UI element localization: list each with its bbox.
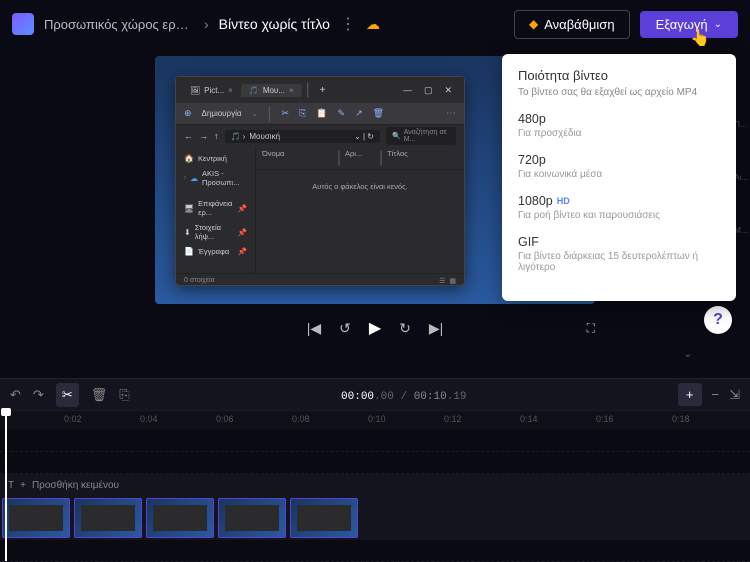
window-tab-pictures[interactable]: 🖼 Pict... ×: [182, 84, 241, 97]
undo-icon[interactable]: ↶: [10, 387, 21, 403]
duplicate-icon[interactable]: ⎘: [119, 387, 129, 403]
maximize-icon[interactable]: ▢: [418, 85, 439, 96]
sidebar-user[interactable]: ›☁AKIS - Προσωπι...: [180, 166, 251, 190]
playhead[interactable]: [5, 411, 7, 561]
timeline-tracks[interactable]: T + Προσθήκη κειμένου: [0, 430, 750, 562]
export-button[interactable]: Εξαγωγή ⌄: [640, 11, 738, 38]
more-icon[interactable]: ⋮: [340, 14, 356, 34]
video-clip[interactable]: [218, 498, 286, 538]
hd-badge: HD: [557, 196, 570, 206]
explorer-content: Όνομα | Αρι... | Τίτλος Αυτός ο φάκελος …: [256, 147, 464, 273]
timecode: 00:00.00 / 00:10.19: [341, 391, 466, 403]
list-view-icon[interactable]: ☰: [439, 277, 445, 285]
sidebar-downloads[interactable]: ⬇Στοιχεία λήψ...📌: [180, 220, 251, 244]
more-icon[interactable]: ⋯: [446, 108, 456, 119]
status-bar: 0 στοιχεία ☰▦: [176, 273, 464, 287]
redo-icon[interactable]: ↷: [33, 387, 44, 403]
chevron-down-icon: ⌄: [714, 19, 722, 30]
video-clip[interactable]: [146, 498, 214, 538]
timeline-ruler[interactable]: 0:02 0:04 0:06 0:08 0:10 0:12 0:14 0:16 …: [0, 410, 750, 430]
text-icon: T: [8, 480, 14, 491]
playback-controls: |◀ ↺ ▶ ↻ ▶| ⛶: [155, 318, 595, 338]
zoom-out-icon[interactable]: −: [712, 387, 720, 402]
minimize-icon[interactable]: —: [397, 85, 418, 95]
col-number[interactable]: Αρι...: [345, 149, 375, 167]
track-row[interactable]: [0, 452, 750, 474]
rename-icon[interactable]: ✎: [338, 108, 346, 119]
paste-icon[interactable]: 📋: [316, 108, 327, 119]
grid-view-icon[interactable]: ▦: [449, 277, 456, 285]
add-track-icon[interactable]: +: [678, 383, 702, 406]
col-name[interactable]: Όνομα: [262, 149, 333, 167]
track-row[interactable]: [0, 540, 750, 562]
delete-icon[interactable]: 🗑: [91, 387, 108, 403]
sidebar-desktop[interactable]: 🖥Επιφάνεια ερ...📌: [180, 196, 251, 220]
top-bar: Προσωπικός χώρος εργα... › Βίντεο χωρίς …: [0, 0, 750, 48]
back-icon[interactable]: ←: [184, 131, 193, 141]
upgrade-label: Αναβάθμιση: [544, 17, 614, 32]
copy-icon[interactable]: ⎘: [299, 108, 306, 119]
app-icon[interactable]: [12, 13, 34, 35]
search-input[interactable]: 🔍 Αναζήτηση σε Μ...: [386, 127, 456, 145]
cloud-save-icon: ☁: [366, 16, 380, 33]
video-title[interactable]: Βίντεο χωρίς τίτλο: [219, 16, 330, 32]
forward-icon[interactable]: →: [199, 131, 208, 141]
quality-1080p[interactable]: 1080p HD Για ροή βίντεο και παρουσιάσεις: [518, 194, 720, 221]
help-button[interactable]: ?: [704, 306, 732, 334]
export-quality-menu: Ποιότητα βίντεο Το βίντεο σας θα εξαχθεί…: [502, 54, 736, 301]
sidebar-home[interactable]: 🏠Κεντρική: [180, 151, 251, 166]
text-track[interactable]: T + Προσθήκη κειμένου: [0, 474, 750, 496]
sidebar-documents[interactable]: 📄Έγγραφα📌: [180, 244, 251, 259]
close-icon: ×: [228, 86, 233, 95]
location-bar[interactable]: 🎵 › Μουσική⌄ | ↻: [225, 130, 381, 143]
close-icon: ×: [289, 86, 294, 95]
menu-subtitle: Το βίντεο σας θα εξαχθεί ως αρχείο MP4: [518, 87, 720, 98]
col-title[interactable]: Τίτλος: [387, 149, 458, 167]
delete-icon[interactable]: 🗑: [373, 108, 384, 119]
add-icon: +: [20, 480, 26, 491]
video-clip[interactable]: [2, 498, 70, 538]
window-toolbar: ⊕ Δημιουργία ⌄ | ✂ ⎘ 📋 ✎ ↗ 🗑 ⋯: [176, 103, 464, 125]
skip-forward-icon[interactable]: ▶|: [429, 320, 443, 337]
explorer-window: 🖼 Pict... × 🎵 Μου... × | + — ▢ ✕ ⊕ Δημιο…: [175, 76, 465, 286]
workspace-name[interactable]: Προσωπικός χώρος εργα...: [44, 17, 194, 32]
quality-gif[interactable]: GIF Για βίντεο διάρκειας 15 δευτερολέπτω…: [518, 235, 720, 273]
track-row[interactable]: [0, 430, 750, 452]
empty-message: Αυτός ο φάκελος είναι κενός.: [256, 170, 464, 203]
menu-title: Ποιότητα βίντεο: [518, 68, 720, 83]
split-icon[interactable]: ✂: [56, 383, 79, 407]
timeline-toolbar: ↶ ↷ ✂ 🗑 ⎘ 00:00.00 / 00:10.19 + − ⇲: [0, 378, 750, 410]
new-tab-icon[interactable]: +: [314, 85, 332, 96]
fullscreen-icon[interactable]: ⛶: [587, 321, 595, 336]
rewind-icon[interactable]: ↺: [339, 320, 351, 337]
explorer-sidebar: 🏠Κεντρική ›☁AKIS - Προσωπι... 🖥Επιφάνεια…: [176, 147, 256, 273]
cut-icon[interactable]: ✂: [282, 108, 290, 119]
window-tab-music[interactable]: 🎵 Μου... ×: [241, 84, 302, 97]
video-clip[interactable]: [74, 498, 142, 538]
window-titlebar: 🖼 Pict... × 🎵 Μου... × | + — ▢ ✕: [176, 77, 464, 103]
quality-720p[interactable]: 720p Για κοινωνικά μέσα: [518, 153, 720, 180]
diamond-icon: ◆: [529, 17, 538, 31]
new-icon[interactable]: ⊕: [184, 108, 192, 119]
up-icon[interactable]: ↑: [214, 131, 219, 141]
share-icon[interactable]: ↗: [355, 108, 363, 119]
upgrade-button[interactable]: ◆ Αναβάθμιση: [514, 10, 630, 39]
play-icon[interactable]: ▶: [369, 318, 381, 338]
chevron-right-icon: ›: [204, 16, 209, 32]
skip-back-icon[interactable]: |◀: [307, 320, 321, 337]
right-panel-labels: Π... Αι... Μ...: [734, 120, 748, 235]
collapse-icon[interactable]: ⌄: [684, 349, 692, 360]
forward-icon[interactable]: ↻: [399, 320, 411, 337]
cursor-icon: 👆: [690, 28, 710, 48]
window-nav: ← → ↑ 🎵 › Μουσική⌄ | ↻ 🔍 Αναζήτηση σε Μ.…: [176, 125, 464, 147]
fit-icon[interactable]: ⇲: [729, 387, 740, 403]
close-icon[interactable]: ✕: [438, 85, 458, 96]
quality-480p[interactable]: 480p Για προσχέδια: [518, 112, 720, 139]
video-clip[interactable]: [290, 498, 358, 538]
video-track[interactable]: [0, 496, 750, 540]
